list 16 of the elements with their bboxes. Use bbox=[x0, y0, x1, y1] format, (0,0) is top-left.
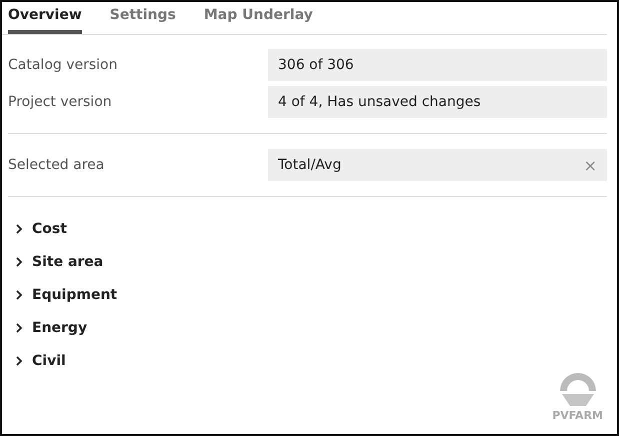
section-header[interactable]: Energy bbox=[14, 320, 607, 336]
field-label: Catalog version bbox=[8, 57, 118, 73]
field-label: Selected area bbox=[8, 157, 106, 173]
value-field: 306 of 306 bbox=[268, 49, 607, 81]
value-field: 4 of 4, Has unsaved changes bbox=[268, 86, 607, 118]
logo-text: PVFARM bbox=[552, 409, 603, 422]
area-select[interactable]: Total/Avg × bbox=[268, 149, 607, 181]
section-header[interactable]: Site area bbox=[14, 254, 607, 270]
field-label: Project version bbox=[8, 94, 113, 110]
sun-field-logo-icon bbox=[558, 371, 598, 407]
tab[interactable]: Overview bbox=[8, 2, 82, 34]
tab[interactable]: Settings bbox=[110, 2, 176, 34]
section-header[interactable]: Equipment bbox=[14, 287, 607, 303]
section-header[interactable]: Civil bbox=[14, 353, 607, 369]
tab[interactable]: Map Underlay bbox=[204, 2, 313, 34]
section-header[interactable]: Cost bbox=[14, 221, 607, 237]
